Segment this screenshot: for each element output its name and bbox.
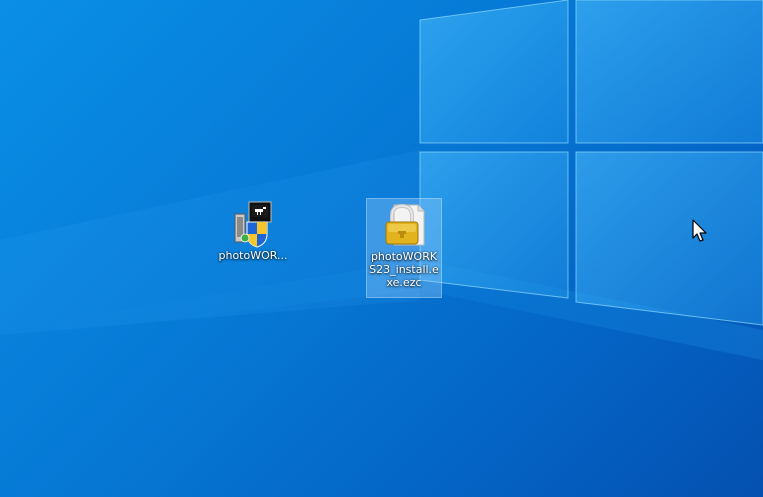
arrow-cursor-icon	[692, 219, 707, 242]
desktop-icon-label: photoWOR...	[218, 249, 288, 262]
desktop-icon-locked-file[interactable]: photoWORKS23_install.exe.ezc	[366, 198, 442, 298]
installer-shield-icon	[229, 200, 277, 248]
locked-file-icon	[380, 201, 428, 249]
desktop-icon-label: photoWORKS23_install.exe.ezc	[369, 250, 439, 289]
desktop-icon-installer[interactable]: photoWOR...	[216, 200, 290, 263]
desktop[interactable]: photoWOR... photoWORKS23_install.exe.ezc	[0, 0, 763, 497]
